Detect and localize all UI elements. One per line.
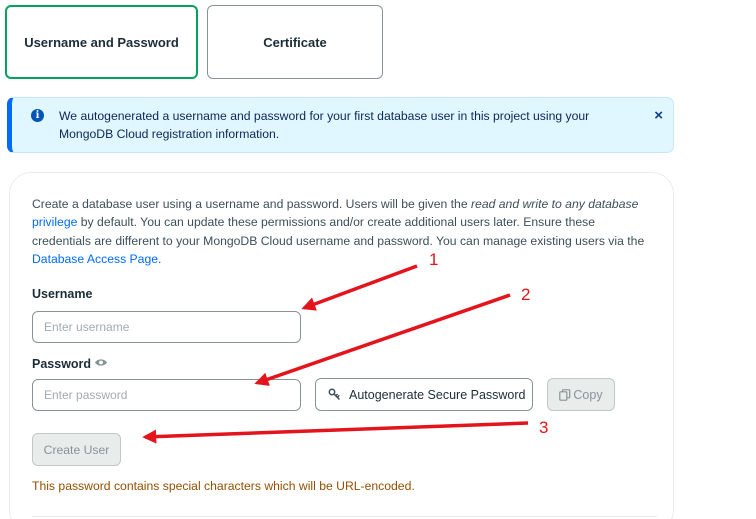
copy-button[interactable]: Copy — [547, 378, 615, 411]
tab-certificate-label: Certificate — [263, 34, 327, 50]
privilege-link[interactable]: privilege — [32, 215, 77, 229]
copy-label: Copy — [573, 387, 603, 402]
autogenerate-password-button[interactable]: Autogenerate Secure Password — [315, 378, 533, 411]
database-user-card: Create a database user using a username … — [9, 172, 674, 519]
password-label: Password — [32, 357, 92, 371]
create-user-button[interactable]: Create User — [32, 433, 121, 466]
key-icon — [328, 388, 340, 400]
close-icon[interactable]: × — [654, 107, 663, 124]
create-user-label: Create User — [43, 442, 110, 457]
tab-username-password[interactable]: Username and Password — [5, 5, 198, 79]
description-text-3: . — [158, 252, 162, 267]
username-label: Username — [32, 287, 93, 301]
username-input[interactable] — [32, 311, 301, 343]
banner-text: We autogenerated a username and password… — [59, 109, 590, 141]
password-input[interactable] — [32, 379, 301, 411]
database-access-link[interactable]: Database Access Page — [32, 252, 158, 266]
tab-username-password-label: Username and Password — [24, 34, 179, 50]
info-icon: i — [31, 109, 44, 122]
autogenerate-label: Autogenerate Secure Password — [349, 387, 526, 402]
description-italic: read and write to any database — [471, 197, 639, 211]
special-characters-warning: This password contains special character… — [32, 479, 415, 493]
description-text-2: by default. You can update these permiss… — [32, 215, 645, 248]
description-text-1: Create a database user using a username … — [32, 197, 471, 211]
copy-icon — [559, 388, 571, 401]
info-banner: i We autogenerated a username and passwo… — [7, 97, 674, 153]
description: Create a database user using a username … — [32, 195, 657, 269]
divider — [32, 516, 657, 517]
tab-certificate[interactable]: Certificate — [207, 5, 383, 79]
eye-icon[interactable] — [94, 358, 108, 367]
